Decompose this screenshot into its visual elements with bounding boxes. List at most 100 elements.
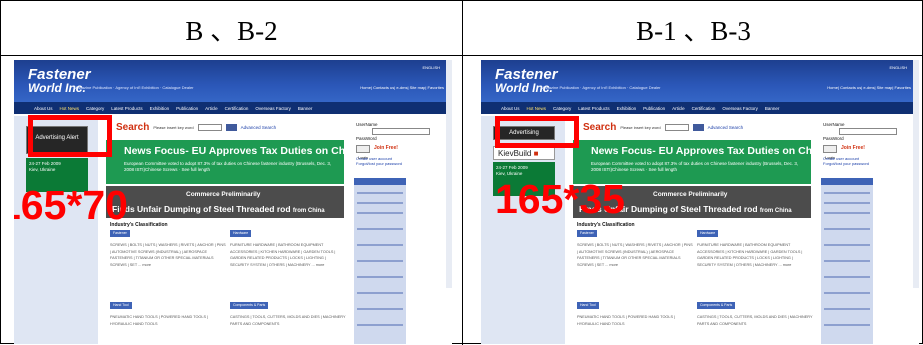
- commerce-line1: Commerce Preliminarily: [653, 191, 728, 198]
- username-input[interactable]: [372, 128, 430, 135]
- ad-size-highlight-box: [28, 115, 112, 157]
- header-right: B-1 、B-3: [636, 15, 751, 46]
- info-line: [357, 212, 403, 214]
- news-subtitle: European Committee voted to adopt 87.3% …: [591, 161, 799, 172]
- info-line: [824, 276, 870, 278]
- site-nav: About Us Hot News Category Latest Products E…: [481, 102, 919, 114]
- info-line: [357, 202, 403, 204]
- tag-hand-tool[interactable]: Hand Tool: [577, 302, 599, 309]
- news-subtitle: European Committee voted to adopt 87.3% …: [124, 161, 332, 172]
- info-line: [357, 244, 403, 246]
- search-row: Search Please insert key word Advanced S…: [116, 122, 276, 133]
- nav-item-exhibition[interactable]: Exhibition: [150, 106, 170, 111]
- fastener-text: SCREWS | BOLTS | NUTS | WASHERS | RIVETS…: [110, 243, 226, 267]
- main-content: Search Please insert key word Advanced S…: [102, 116, 412, 344]
- info-line: [824, 212, 870, 214]
- nav-item-latest-products[interactable]: Latest Products: [111, 106, 142, 111]
- nav-item-overseas-factory[interactable]: Overseas Factory: [722, 106, 758, 111]
- tag-components[interactable]: Components & Parts: [697, 302, 736, 309]
- main-content: Search Please insert key word Advanced S…: [569, 116, 879, 344]
- tag-fastener[interactable]: Fastener: [110, 230, 130, 237]
- site-tagline: Magazine Publication · Agency of Int'l E…: [541, 85, 661, 90]
- industry-info-panel: [821, 178, 873, 344]
- components-text: CASTINGS | TOOLS, CUTTERS, MOLDS AND DIE…: [697, 315, 813, 326]
- search-input[interactable]: [197, 124, 222, 131]
- site-tagline: Magazine Publication · Agency of Int'l E…: [74, 85, 194, 90]
- login-button[interactable]: Login: [823, 145, 837, 160]
- username-label: UserName: [823, 122, 845, 127]
- scrollbar[interactable]: [446, 60, 452, 288]
- industry-info-header: [354, 178, 406, 185]
- site-header: Fastener World Inc. Magazine Publication…: [14, 60, 452, 102]
- nav-item-article[interactable]: Article: [205, 106, 218, 111]
- info-line: [824, 308, 870, 310]
- info-line: [824, 192, 870, 194]
- industry-info-panel: [354, 178, 406, 344]
- search-button[interactable]: [225, 124, 237, 131]
- top-links[interactable]: Home| Contacts us| e-dms| Site map| Favo…: [360, 85, 444, 90]
- search-label: Search: [116, 122, 150, 133]
- account-links[interactable]: Create user account Forgot/lost your pas…: [356, 156, 402, 166]
- nav-item-overseas-factory[interactable]: Overseas Factory: [255, 106, 291, 111]
- info-line: [357, 260, 403, 262]
- tag-components[interactable]: Components & Parts: [230, 302, 269, 309]
- nav-item-publication[interactable]: Publication: [643, 106, 665, 111]
- nav-item-hot-news[interactable]: Hot News: [527, 106, 547, 111]
- info-line: [824, 202, 870, 204]
- ad-size-label-left: 165*70: [14, 182, 128, 228]
- hardware-text: FURNITURE HARDWARE | BATHROOM EQUIPMENT …: [697, 243, 803, 267]
- hardware-text: FURNITURE HARDWARE | BATHROOM EQUIPMENT …: [230, 243, 336, 267]
- info-line: [357, 276, 403, 278]
- username-label: UserName: [356, 122, 378, 127]
- commerce-line1: Commerce Preliminarily: [186, 191, 261, 198]
- language-selector[interactable]: ENGLISH: [422, 65, 440, 70]
- search-button[interactable]: [692, 124, 704, 131]
- expo-city: Kiev, Ukraine: [29, 167, 56, 172]
- nav-item-publication[interactable]: Publication: [176, 106, 198, 111]
- nav-item-certification[interactable]: Certification: [225, 106, 249, 111]
- sidebar: Advertising KievBuild ■ 24-27 Feb 2009 K…: [481, 116, 565, 344]
- join-free-link[interactable]: Join Free!: [374, 145, 398, 151]
- tag-hardware[interactable]: Hardware: [697, 230, 719, 237]
- info-line: [824, 260, 870, 262]
- info-line: [357, 228, 403, 230]
- login-column: UserName PassWord Login Join Free! Creat…: [352, 116, 452, 344]
- login-column: UserName PassWord Login Join Free! Creat…: [819, 116, 919, 344]
- news-focus-banner[interactable]: News Focus- EU Approves Tax Duties on Ch…: [106, 140, 412, 184]
- nav-item-banner[interactable]: Banner: [298, 106, 313, 111]
- info-line: [357, 192, 403, 194]
- kievbuild-banner[interactable]: KievBuild ■: [493, 146, 555, 160]
- password-label: PassWord: [356, 136, 377, 141]
- nav-item-category[interactable]: Category: [553, 106, 571, 111]
- info-line: [357, 308, 403, 310]
- nav-item-latest-products[interactable]: Latest Products: [578, 106, 609, 111]
- top-links[interactable]: Home| Contacts us| e-dms| Site map| Favo…: [827, 85, 911, 90]
- info-line: [824, 292, 870, 294]
- ad-size-highlight-box: [495, 116, 579, 148]
- nav-item-certification[interactable]: Certification: [692, 106, 716, 111]
- scrollbar[interactable]: [913, 60, 919, 288]
- tag-fastener[interactable]: Fastener: [577, 230, 597, 237]
- advanced-search-link[interactable]: Advanced Search: [241, 125, 277, 130]
- login-button[interactable]: Login: [356, 145, 370, 160]
- search-input[interactable]: [664, 124, 689, 131]
- nav-item-about-us[interactable]: About Us: [501, 106, 520, 111]
- tag-hand-tool[interactable]: Hand Tool: [110, 302, 132, 309]
- info-line: [824, 228, 870, 230]
- commerce-banner[interactable]: Commerce Preliminarily Finds Unfair Dump…: [106, 186, 344, 218]
- header-left: B 、B-2: [185, 15, 278, 46]
- join-free-link[interactable]: Join Free!: [841, 145, 865, 151]
- tag-hardware[interactable]: Hardware: [230, 230, 252, 237]
- nav-item-exhibition[interactable]: Exhibition: [617, 106, 637, 111]
- account-links[interactable]: Create user account Forgot/lost your pas…: [823, 156, 869, 166]
- info-line: [357, 292, 403, 294]
- search-hint: Please insert key word: [620, 125, 661, 130]
- language-selector[interactable]: ENGLISH: [889, 65, 907, 70]
- nav-item-banner[interactable]: Banner: [765, 106, 780, 111]
- nav-item-category[interactable]: Category: [86, 106, 104, 111]
- nav-item-article[interactable]: Article: [672, 106, 685, 111]
- advanced-search-link[interactable]: Advanced Search: [708, 125, 744, 130]
- nav-item-about-us[interactable]: About Us: [34, 106, 53, 111]
- nav-item-hot-news[interactable]: Hot News: [60, 106, 80, 111]
- username-input[interactable]: [839, 128, 897, 135]
